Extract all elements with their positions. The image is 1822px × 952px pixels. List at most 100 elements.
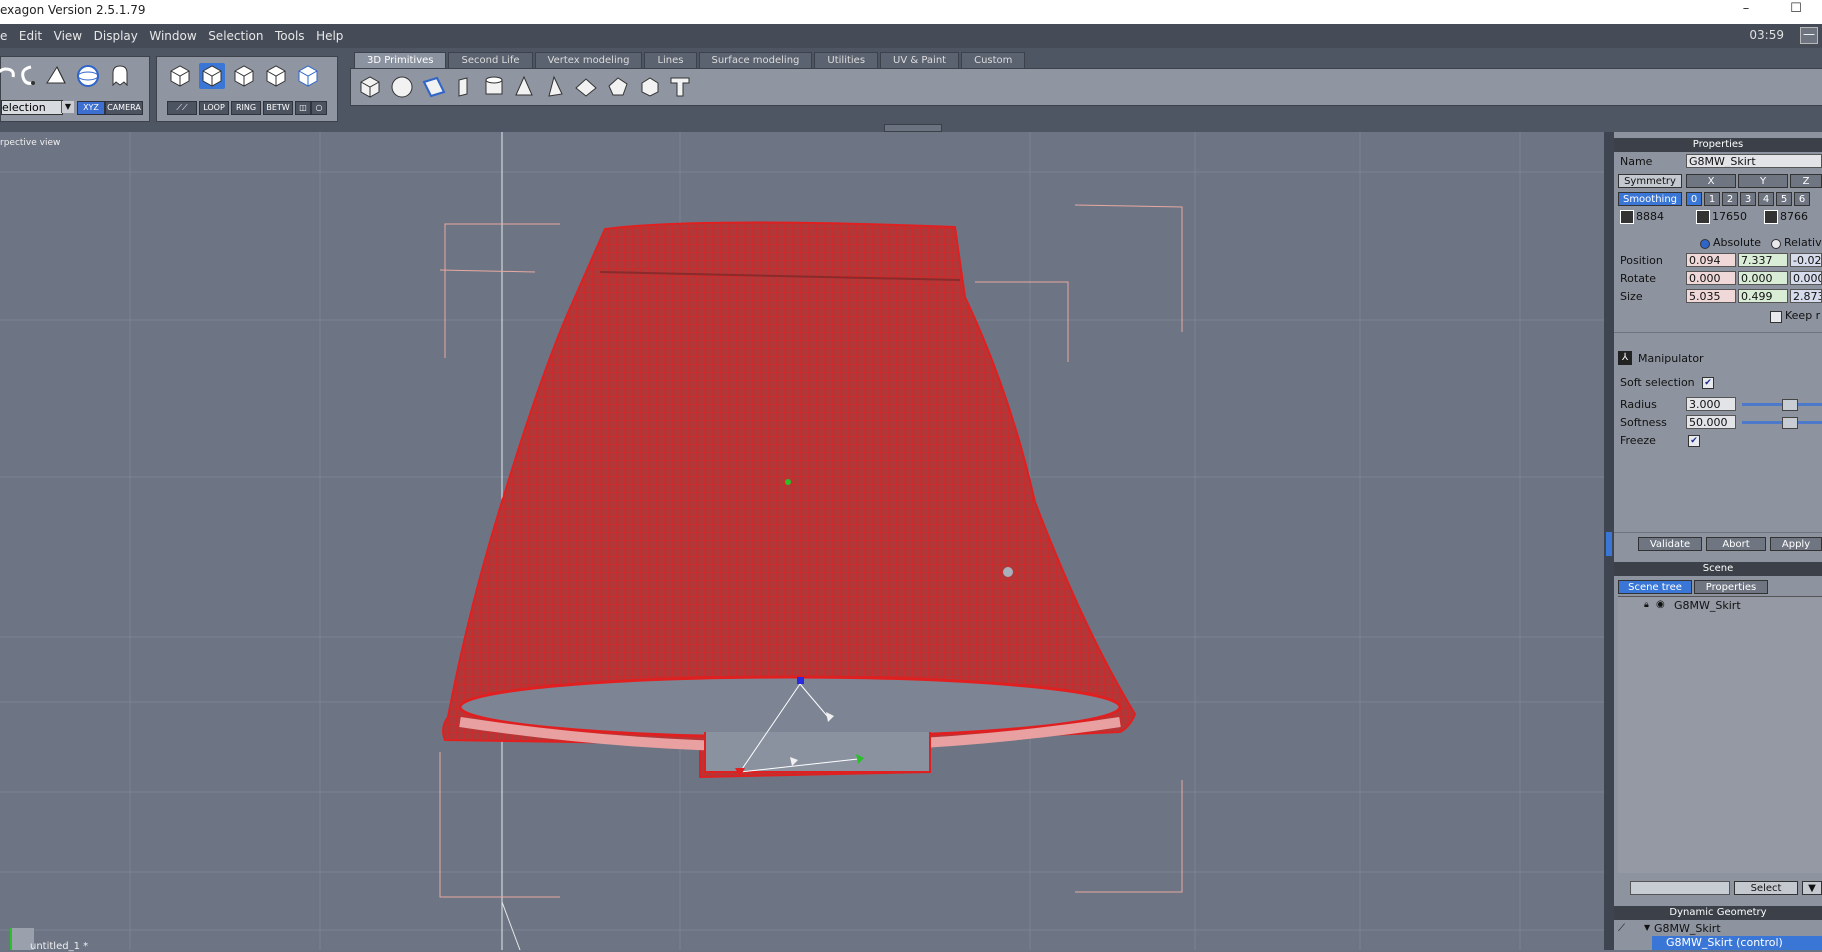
menu-window[interactable]: Window xyxy=(149,29,196,43)
perspective-viewport[interactable]: rpective view xyxy=(0,132,1604,950)
absolute-radio[interactable] xyxy=(1700,239,1710,249)
tab-surface-modeling[interactable]: Surface modeling xyxy=(698,52,813,68)
prism-primitive-icon[interactable] xyxy=(573,74,599,100)
soft-selection-checkbox[interactable]: ✔ xyxy=(1702,377,1714,389)
symmetry-x-button[interactable]: X xyxy=(1686,174,1736,188)
rotate-y-field[interactable]: 0.000 xyxy=(1738,271,1788,285)
tab-3d-primitives[interactable]: 3D Primitives xyxy=(354,52,447,68)
tab-custom[interactable]: Custom xyxy=(961,52,1026,68)
vertex-mode-icon[interactable] xyxy=(263,63,289,89)
relative-radio[interactable] xyxy=(1771,239,1781,249)
camera-toggle[interactable]: CAMERA xyxy=(105,101,143,115)
smoothing-level-6[interactable]: 6 xyxy=(1794,192,1810,206)
loop-button[interactable]: LOOP xyxy=(199,101,229,115)
size-x-field[interactable]: 5.035 xyxy=(1686,289,1736,303)
sphere-select-icon[interactable] xyxy=(75,63,101,89)
scene-tree-item[interactable]: G8MW_Skirt xyxy=(1674,599,1741,612)
edge-select-icon[interactable]: ⟋⟋ xyxy=(167,101,197,115)
radius-field[interactable]: 3.000 xyxy=(1686,397,1736,411)
plane-select-icon[interactable] xyxy=(43,63,69,89)
smoothing-level-0[interactable]: 0 xyxy=(1686,192,1702,206)
position-z-field[interactable]: -0.02 xyxy=(1790,253,1822,267)
document-tab[interactable]: untitled_1 * xyxy=(30,941,88,952)
smoothing-button[interactable]: Smoothing xyxy=(1618,192,1682,206)
apply-button[interactable]: Apply xyxy=(1770,537,1822,551)
face-mode-icon[interactable] xyxy=(199,63,225,89)
rotate-x-field[interactable]: 0.000 xyxy=(1686,271,1736,285)
selection-mode-dropdown[interactable]: election xyxy=(1,100,63,115)
cube-primitive-icon[interactable] xyxy=(357,74,383,100)
auto-mode-icon[interactable] xyxy=(295,63,321,89)
wall-primitive-icon[interactable] xyxy=(451,74,477,100)
abort-button[interactable]: Abort xyxy=(1706,537,1766,551)
tab-scene-properties[interactable]: Properties xyxy=(1694,580,1768,594)
minimize-button[interactable]: – xyxy=(1734,1,1758,16)
smoothing-level-4[interactable]: 4 xyxy=(1758,192,1774,206)
tab-utilities[interactable]: Utilities xyxy=(814,52,879,68)
dynamic-geometry-child[interactable]: G8MW_Skirt (control) xyxy=(1666,936,1783,949)
smoothing-level-2[interactable]: 2 xyxy=(1722,192,1738,206)
select-button[interactable]: Select xyxy=(1734,881,1798,895)
symmetry-z-button[interactable]: Z xyxy=(1790,174,1822,188)
dynamic-geometry-child-row[interactable]: G8MW_Skirt (control) xyxy=(1652,936,1822,950)
ghost-icon[interactable] xyxy=(107,63,133,89)
menu-file[interactable]: e xyxy=(0,29,7,43)
maximize-button[interactable]: ☐ xyxy=(1784,1,1808,16)
freeze-checkbox[interactable]: ✔ xyxy=(1688,435,1700,447)
size-z-field[interactable]: 2.873 xyxy=(1790,289,1822,303)
tab-uv-paint[interactable]: UV & Paint xyxy=(880,52,960,68)
position-x-field[interactable]: 0.094 xyxy=(1686,253,1736,267)
chevron-down-icon[interactable]: ▼ xyxy=(61,101,74,113)
tab-lines[interactable]: Lines xyxy=(644,52,697,68)
shrink-icon[interactable]: ○ xyxy=(311,101,327,115)
text-primitive-icon[interactable] xyxy=(667,74,693,100)
cone-primitive-icon[interactable] xyxy=(511,74,537,100)
menu-edit[interactable]: Edit xyxy=(19,29,42,43)
eye-icon[interactable]: ◉ xyxy=(1656,599,1665,610)
position-y-field[interactable]: 7.337 xyxy=(1738,253,1788,267)
dynamic-geometry-item[interactable]: G8MW_Skirt xyxy=(1654,922,1721,935)
sphere-primitive-icon[interactable] xyxy=(389,74,415,100)
tab-second-life[interactable]: Second Life xyxy=(448,52,533,68)
edge-mode-icon[interactable] xyxy=(231,63,257,89)
geosphere-primitive-icon[interactable] xyxy=(637,74,663,100)
size-y-field[interactable]: 0.499 xyxy=(1738,289,1788,303)
toolbar-collapse-handle[interactable] xyxy=(884,124,942,132)
smoothing-level-3[interactable]: 3 xyxy=(1740,192,1756,206)
link-icon[interactable]: ⟋ xyxy=(1618,923,1625,934)
gem-primitive-icon[interactable] xyxy=(605,74,631,100)
tab-scene-tree[interactable]: Scene tree xyxy=(1618,580,1692,594)
softness-field[interactable]: 50.000 xyxy=(1686,415,1736,429)
smoothing-level-5[interactable]: 5 xyxy=(1776,192,1792,206)
panel-splitter[interactable] xyxy=(1604,132,1614,950)
menu-tools[interactable]: Tools xyxy=(275,29,305,43)
name-field[interactable]: G8MW_Skirt xyxy=(1686,154,1822,168)
keep-ratio-checkbox[interactable] xyxy=(1770,311,1782,323)
menu-view[interactable]: View xyxy=(54,29,82,43)
softness-slider-knob[interactable] xyxy=(1782,417,1798,429)
rotate-z-field[interactable]: 0.000 xyxy=(1790,271,1822,285)
object-mode-icon[interactable] xyxy=(167,63,193,89)
pyramid-primitive-icon[interactable] xyxy=(541,74,567,100)
menu-help[interactable]: Help xyxy=(316,29,343,43)
validate-button[interactable]: Validate xyxy=(1638,537,1702,551)
collapse-button[interactable]: — xyxy=(1800,27,1818,44)
plane-primitive-icon[interactable] xyxy=(421,74,447,100)
menu-selection[interactable]: Selection xyxy=(208,29,263,43)
cylinder-primitive-icon[interactable] xyxy=(481,74,507,100)
ring-button[interactable]: RING xyxy=(231,101,261,115)
symmetry-button[interactable]: Symmetry xyxy=(1618,174,1682,188)
smoothing-level-1[interactable]: 1 xyxy=(1704,192,1720,206)
symmetry-y-button[interactable]: Y xyxy=(1738,174,1788,188)
grow-icon[interactable]: ◫ xyxy=(295,101,311,115)
tab-vertex-modeling[interactable]: Vertex modeling xyxy=(534,52,643,68)
radius-slider-knob[interactable] xyxy=(1782,399,1798,411)
expand-icon[interactable]: ▼ xyxy=(1644,923,1650,932)
splitter-handle[interactable] xyxy=(1606,532,1612,556)
scene-filter-input[interactable] xyxy=(1630,881,1730,895)
chevron-down-icon[interactable]: ▼ xyxy=(1802,881,1822,895)
between-button[interactable]: BETW xyxy=(263,101,293,115)
lock-icon[interactable]: 🔒︎ xyxy=(1644,600,1649,610)
paint-select-icon[interactable] xyxy=(15,63,41,89)
skirt-mesh[interactable] xyxy=(442,221,1137,779)
